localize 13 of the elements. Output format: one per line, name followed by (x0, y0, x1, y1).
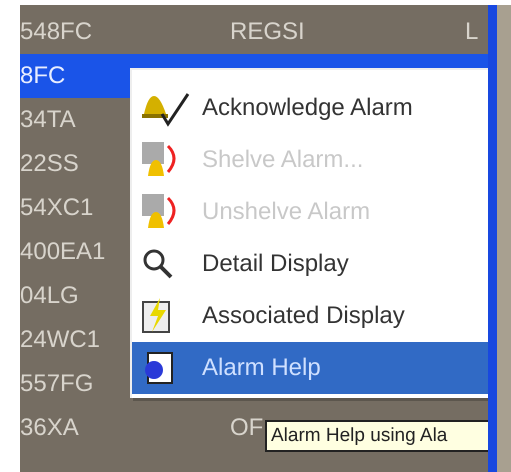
table-cell: 548FC (20, 18, 92, 45)
table-cell: 36XA (20, 414, 79, 441)
menu-item[interactable]: Detail Display (132, 238, 488, 290)
table-cell: 24WC1 (20, 326, 100, 353)
table-cell: OF (230, 414, 264, 441)
tooltip: Alarm Help using Ala (265, 420, 488, 452)
menu-item[interactable]: Alarm Help (132, 342, 488, 394)
table-cell: REGSI (230, 18, 305, 45)
table-row[interactable]: 548FC REGSI L (20, 10, 488, 54)
table-cell: 8FC (20, 62, 66, 89)
table-cell: L (465, 18, 478, 45)
menu-item[interactable]: Associated Display (132, 290, 488, 342)
menu-item[interactable]: Acknowledge Alarm (132, 82, 488, 134)
